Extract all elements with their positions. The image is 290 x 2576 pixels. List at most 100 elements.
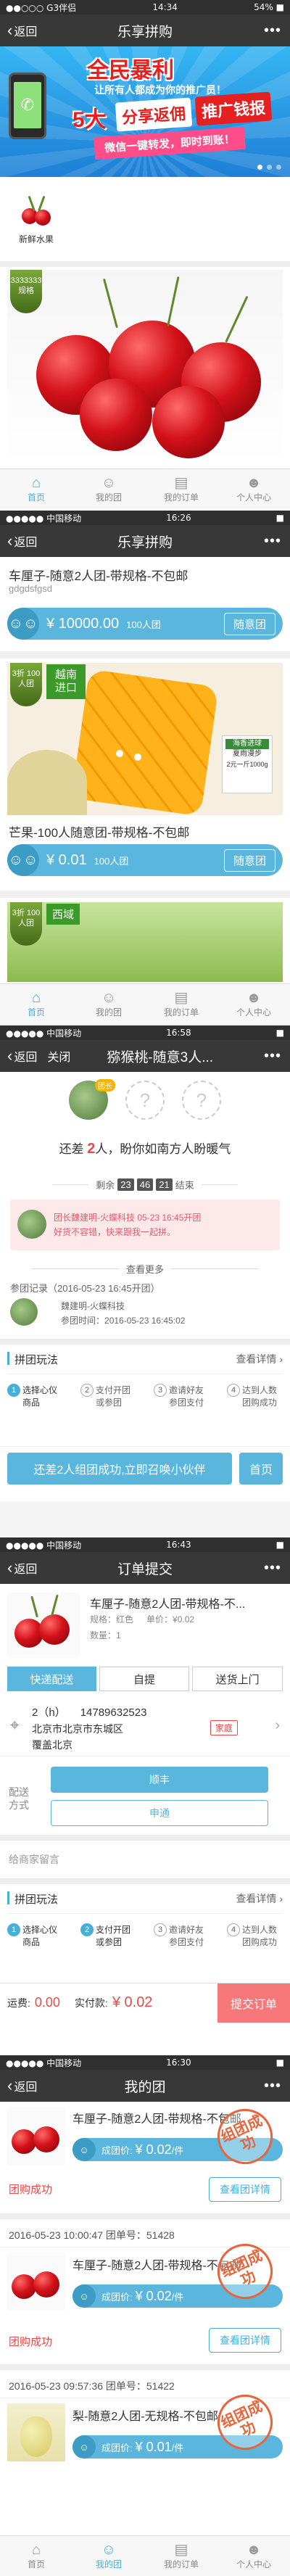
tab-my-group[interactable]: ☺ 我的团 <box>72 469 145 509</box>
group-card: 2016-05-23 09:57:36 团单号：51422 梨-随意2人团-无规… <box>0 2370 290 2535</box>
promo-banner[interactable]: ✆ 全民暴利 让所有人都成为你的推广员！ 5大 分享返佣 推广钱报 微信一键转发… <box>0 46 290 177</box>
tab-profile[interactable]: ☻ 个人中心 <box>218 2536 290 2576</box>
back-button[interactable]: ‹ 返回 <box>0 532 37 550</box>
avatar-empty: ? <box>125 1081 165 1120</box>
tab-my-group[interactable]: ☺ 我的团 <box>72 984 145 1024</box>
back-button[interactable]: ‹ 返回 <box>0 2077 37 2094</box>
category-fresh-fruit[interactable]: 新鲜水果 <box>7 181 65 257</box>
banner-red-label: 5大 <box>72 108 107 132</box>
screen-home-1: ●●○○○ G3伴侣 14:34 54% ■ ‹ 返回 乐享拼购 ••• ✆ 全民… <box>0 0 290 511</box>
group-status: 团购成功 <box>9 2336 53 2348</box>
page-title: 乐享拼购 <box>117 534 173 550</box>
view-group-button[interactable]: 查看团详情 <box>209 2177 281 2202</box>
group-card: 2016-05-23 10:00:47 团单号：51428 车厘子-随意2人团-… <box>0 2219 290 2361</box>
remark-input[interactable]: 给商家留言 <box>0 1841 290 1877</box>
group-icon: ☺ <box>72 2435 96 2459</box>
back-button[interactable]: ‹ 返回 <box>0 22 37 39</box>
join-record: 参团记录（2016-05-23 16:45开团） 魏建明-火蝶科技 参团时间：2… <box>10 1283 186 1326</box>
status-bar: ●●●●● 中国移动 16:58 ■ <box>0 1025 290 1040</box>
rule-steps: 1 选择心仪商品 2 支付开团或参团 3 邀请好友参团支付 4 达到人数团购成功 <box>7 1384 283 1408</box>
status-bar: ●●●●● 中国移动 16:30 ■ <box>0 2055 290 2070</box>
rule-step: 2 支付开团或参团 <box>80 1384 136 1408</box>
address-card[interactable]: ⌖ 2（h） 14789632523 北京市北京市东城区 覆盖北京 家庭 › <box>0 1698 290 1756</box>
page-title: 乐享拼购 <box>117 24 173 40</box>
see-more-link[interactable]: 查看更多 <box>0 1262 290 1276</box>
group-status: 团购成功 <box>9 2184 53 2196</box>
banner-pager <box>257 165 281 170</box>
avatar <box>10 1298 38 1326</box>
origin-badge: 越南 进口 <box>46 664 86 699</box>
page-title: 订单提交 <box>117 1561 173 1577</box>
back-button[interactable]: ‹ 返回 <box>0 1047 37 1065</box>
product-image-cherry[interactable] <box>7 270 283 464</box>
nav-bar: ‹ 返回 乐享拼购 ••• <box>0 525 290 557</box>
group-icon: ☺ <box>101 990 117 1006</box>
leader-notice: 团长魏建明-火蝶科技 05-23 16:45开团 好货不容错，快来跟我一起拼。 <box>10 1200 280 1250</box>
join-group-button[interactable]: 随意团 <box>223 849 276 872</box>
countdown: 剩余 23 46 21 结束 <box>0 1178 290 1192</box>
product-card[interactable]: 车厘子-随意2人团-带规格-不包邮 gdgdsfgsd ☺☺ ¥ 10000.0… <box>0 557 290 651</box>
tab-home[interactable]: ⌂ 首页 <box>0 469 72 509</box>
close-button[interactable]: 关闭 <box>47 1047 70 1065</box>
rule-steps: 1 选择心仪商品 2 支付开团或参团 3 邀请好友参团支付 4 达到人数团购成功 <box>7 1923 283 1948</box>
tab-my-orders[interactable]: ▤ 我的订单 <box>145 2536 218 2576</box>
back-button[interactable]: ‹ 返回 <box>0 1559 37 1577</box>
bottom-actions: 还差2人组团成功,立即召唤小伙伴 首页 <box>0 1446 290 1490</box>
tab-profile[interactable]: ☻ 个人中心 <box>218 469 290 509</box>
avatar[interactable]: 团长 <box>69 1079 115 1120</box>
wechat-icon: ✆ <box>20 96 35 114</box>
leader-tag: 团长 <box>95 1079 115 1091</box>
group-icon: ☺ <box>101 2542 117 2558</box>
more-icon[interactable]: ••• <box>264 1560 281 1577</box>
chevron-right-icon: › <box>275 1717 280 1733</box>
more-icon[interactable]: ••• <box>264 22 281 39</box>
submit-order-button[interactable]: 提交订单 <box>218 1983 290 2023</box>
tab-home[interactable]: ⌂ 首页 <box>0 984 72 1024</box>
nav-bar: ‹ 返回 我的团 ••• <box>0 2070 290 2102</box>
rules-section: 拼团玩法 查看详情 › 1 选择心仪商品 2 支付开团或参团 3 邀请好友参团支付 4… <box>0 1884 290 1978</box>
view-group-button[interactable]: 查看团详情 <box>209 2328 281 2353</box>
rule-step: 1 选择心仪商品 <box>7 1923 63 1948</box>
tab-home[interactable]: ⌂ 首页 <box>0 2536 72 2576</box>
user-icon: ☻ <box>246 990 262 1006</box>
tab-profile[interactable]: ☻ 个人中心 <box>218 984 290 1024</box>
group-icon: ☺☺ <box>7 844 39 876</box>
tab-my-orders[interactable]: ▤ 我的订单 <box>145 469 218 509</box>
product-title: 车厘子-随意2人团-带规格-不包邮 <box>9 569 188 583</box>
screen-home-2: ●●●●● 中国移动 16:26 ■ ‹ 返回 乐享拼购 ••• 车厘子-随意2人… <box>0 511 290 1025</box>
tab-pickup[interactable]: 自提 <box>99 1667 190 1691</box>
chevron-left-icon: ‹ <box>7 2076 13 2094</box>
address-tag: 家庭 <box>210 1720 239 1735</box>
join-group-button[interactable]: 随意团 <box>223 612 276 635</box>
more-icon[interactable]: ••• <box>264 1048 281 1065</box>
chevron-left-icon: ‹ <box>7 532 13 550</box>
home-button[interactable]: 首页 <box>239 1452 283 1485</box>
group-icon: ☺☺ <box>7 608 39 640</box>
more-icon[interactable]: ••• <box>264 533 281 550</box>
banner-slogan-1: 分享返佣 <box>115 97 193 132</box>
more-icon[interactable]: ••• <box>264 2078 281 2094</box>
orders-icon: ▤ <box>174 990 188 1006</box>
ship-option-sto[interactable]: 申通 <box>51 1800 268 1826</box>
home-icon: ⌂ <box>31 475 41 491</box>
group-icon: ☺ <box>72 2138 96 2161</box>
page-title: 我的团 <box>124 2079 166 2095</box>
rules-detail-link[interactable]: 查看详情 › <box>236 1352 283 1366</box>
member-avatars: 团长 ? ? <box>0 1079 290 1121</box>
screen-my-groups: ●●●●● 中国移动 16:30 ■ ‹ 返回 我的团 ••• 车厘子-随意2人团… <box>0 2055 290 2576</box>
rule-step: 3 邀请好友参团支付 <box>154 1923 210 1948</box>
ship-option-sf[interactable]: 顺丰 <box>51 1767 268 1793</box>
product-card[interactable]: 海香进球 夏雨漫步 2元一斤1000g 3折 100人团 越南 进口 芒果-10… <box>0 659 290 891</box>
home-icon: ⌂ <box>31 2542 41 2558</box>
rules-detail-link[interactable]: 查看详情 › <box>236 1891 283 1906</box>
tab-my-orders[interactable]: ▤ 我的订单 <box>145 984 218 1024</box>
product-card[interactable]: 3折 100人团 西域 <box>0 898 290 985</box>
tab-express[interactable]: 快递配送 <box>7 1667 96 1691</box>
product-thumb <box>7 2253 65 2311</box>
invite-friends-button[interactable]: 还差2人组团成功,立即召唤小伙伴 <box>7 1452 232 1485</box>
tab-my-group[interactable]: ☺ 我的团 <box>72 2536 145 2576</box>
order-item: 车厘子-随意2人团-带规格-不... 规格：红色 单价：¥0.02 数量：1 <box>0 1588 290 1661</box>
banner-slogan-2: 推广钱报 <box>194 91 273 126</box>
page-title: 猕猴桃-随意3人... <box>107 1049 214 1065</box>
tab-home-delivery[interactable]: 送货上门 <box>192 1667 283 1691</box>
